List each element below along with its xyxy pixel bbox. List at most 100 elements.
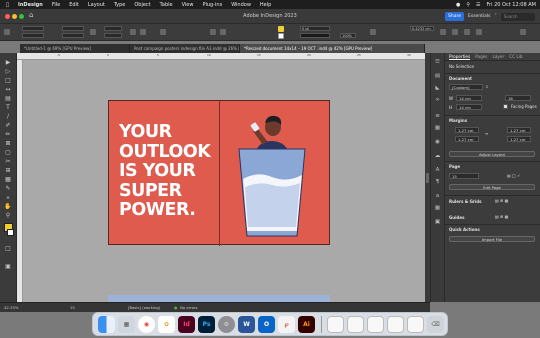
direct-selection-tool-icon[interactable]: ▷ <box>4 68 12 75</box>
tab-pages[interactable]: Pages <box>475 53 487 60</box>
shear-icon[interactable] <box>140 29 146 35</box>
edit-page-button[interactable]: Edit Page <box>449 184 535 190</box>
line-tool-icon[interactable]: ∕ <box>4 113 12 120</box>
reference-point-icon[interactable] <box>4 29 10 35</box>
menu-table[interactable]: Table <box>160 2 173 8</box>
tab-layer[interactable]: Layer <box>493 53 505 60</box>
pages-panel-icon[interactable]: ▤ <box>434 73 441 79</box>
rectangle-tool-icon[interactable]: ▢ <box>4 149 12 156</box>
apple-icon[interactable]:  <box>6 2 9 8</box>
margin-right-field[interactable]: 1.27 cm <box>507 136 531 142</box>
adjust-layout-button[interactable]: Adjust Layout <box>449 151 535 157</box>
menu-plugins[interactable]: Plug-ins <box>202 2 222 8</box>
outlook-icon[interactable]: O <box>258 316 275 333</box>
document-canvas[interactable]: YOUR OUTLOOK IS YOUR SUPER POWER. <box>23 60 425 302</box>
cc-libraries-icon[interactable]: ☁ <box>434 153 441 159</box>
trash-icon[interactable]: ⌫ <box>427 316 444 333</box>
import-file-button[interactable]: Import File <box>449 236 535 242</box>
preflight-status[interactable]: No errors <box>180 305 198 310</box>
flip-icon[interactable] <box>160 29 166 35</box>
person-in-glass-illustration[interactable] <box>237 111 307 238</box>
poster-headline[interactable]: YOUR OUTLOOK IS YOUR SUPER POWER. <box>119 122 211 221</box>
facing-pages-checkbox[interactable] <box>503 104 508 109</box>
hand-tool-icon[interactable]: ✋ <box>4 203 12 210</box>
select-content-icon[interactable] <box>220 29 226 35</box>
stroke-weight-field[interactable]: 0 pt <box>300 26 330 31</box>
ruler-grid-toggle-icons[interactable]: ▤ ⊞ ▦ <box>495 198 508 203</box>
workspace-label[interactable]: Essentials <box>468 14 491 19</box>
opacity-field[interactable]: 100% <box>340 33 356 38</box>
scissors-tool-icon[interactable]: ✂ <box>4 158 12 165</box>
selection-tool-icon[interactable]: ▶ <box>4 59 12 66</box>
photos-icon[interactable]: ✿ <box>158 316 175 333</box>
margin-top-field[interactable]: 1.27 cm <box>455 127 479 133</box>
character-panel-icon[interactable]: A <box>434 167 441 173</box>
recent-window-thumbnail[interactable] <box>347 316 364 333</box>
panel-menu-icon[interactable] <box>520 29 526 35</box>
width-value-field[interactable]: 0.4233 cm <box>410 26 434 31</box>
swatches-panel-icon[interactable]: ▦ <box>434 125 441 131</box>
align-icon[interactable] <box>452 29 458 35</box>
page-actions-icons[interactable]: ▤ □ ✓ <box>507 173 520 178</box>
menu-help[interactable]: Help <box>260 2 271 8</box>
control-center-icon[interactable]: ☰ <box>476 2 480 8</box>
recent-window-thumbnail[interactable] <box>387 316 404 333</box>
tab-untitled[interactable]: *Untitled-1 @ 69% [GPU Preview] <box>20 44 130 53</box>
horizontal-ruler[interactable]: -5 0 5 10 15 20 25 30 <box>17 53 425 60</box>
height-field[interactable] <box>62 33 84 38</box>
word-icon[interactable]: W <box>238 316 255 333</box>
table-panel-icon[interactable]: ▦ <box>434 205 441 211</box>
menu-edit[interactable]: Edit <box>69 2 79 8</box>
menu-window[interactable]: Window <box>231 2 251 8</box>
gradient-tool-icon[interactable]: ▦ <box>4 176 12 183</box>
content-collector-icon[interactable]: ▤ <box>4 95 12 102</box>
preflight-ok-icon[interactable]: ● <box>174 305 177 310</box>
rotate-icon[interactable] <box>130 29 136 35</box>
pencil-tool-icon[interactable]: ✏ <box>4 131 12 138</box>
layers-panel-icon[interactable]: ◣ <box>434 85 441 91</box>
type-tool-icon[interactable]: T <box>4 104 12 111</box>
rectangle-frame-tool-icon[interactable]: ⊠ <box>4 140 12 147</box>
x-position-field[interactable] <box>22 26 44 31</box>
note-tool-icon[interactable]: ✎ <box>4 185 12 192</box>
chrome-icon[interactable]: ◉ <box>138 316 155 333</box>
zoom-tool-icon[interactable]: ⚲ <box>4 212 12 219</box>
auto-fit-icon[interactable] <box>476 29 482 35</box>
margin-bottom-field[interactable]: 1.27 cm <box>455 136 479 142</box>
tab-properties[interactable]: Properties <box>449 53 471 60</box>
poster-spread[interactable]: YOUR OUTLOOK IS YOUR SUPER POWER. <box>108 100 330 246</box>
recent-window-thumbnail[interactable] <box>327 316 344 333</box>
scroll-thumb[interactable] <box>426 173 429 183</box>
menu-layout[interactable]: Layout <box>88 2 105 8</box>
scale-x-field[interactable] <box>104 26 122 31</box>
search-input[interactable]: Search <box>500 12 535 21</box>
share-button[interactable]: Share <box>445 12 464 21</box>
indesign-icon[interactable]: Id <box>178 316 195 333</box>
select-container-icon[interactable] <box>210 29 216 35</box>
stroke-color-swatch[interactable] <box>7 229 14 236</box>
formatting-affects-container-icon[interactable]: □ <box>4 245 12 252</box>
page-number-select[interactable]: 15 <box>449 173 479 179</box>
save-preset-icon[interactable]: ⇩ <box>485 84 488 89</box>
links-panel-icon[interactable]: ∞ <box>434 97 441 103</box>
menu-file[interactable]: File <box>52 2 60 8</box>
tab-campaign-posters[interactable]: Post campaign posters indesign file A3.i… <box>130 44 240 53</box>
glyphs-panel-icon[interactable]: a <box>434 193 441 199</box>
menu-type[interactable]: Type <box>114 2 125 8</box>
eyedropper-tool-icon[interactable]: ⁎ <box>4 194 12 201</box>
width-field[interactable] <box>62 26 84 31</box>
wifi-icon[interactable]: ● <box>456 2 460 8</box>
page-tool-icon[interactable]: □ <box>4 77 12 84</box>
text-wrap-panel-icon[interactable]: ▣ <box>434 219 441 225</box>
recent-window-thumbnail[interactable] <box>367 316 384 333</box>
tab-cc-libraries[interactable]: CC Lib <box>509 53 522 60</box>
workspace-switcher[interactable]: Essentials ˅ Search <box>468 12 536 21</box>
finder-icon[interactable] <box>98 316 115 333</box>
free-transform-tool-icon[interactable]: ⊞ <box>4 167 12 174</box>
properties-panel-icon[interactable]: ☰ <box>434 59 441 65</box>
y-position-field[interactable] <box>22 33 44 38</box>
scale-y-field[interactable] <box>104 33 122 38</box>
fill-swatch[interactable] <box>278 26 284 32</box>
stroke-type-select[interactable] <box>300 33 330 38</box>
zoom-level-field[interactable]: 42.35% <box>4 305 18 310</box>
